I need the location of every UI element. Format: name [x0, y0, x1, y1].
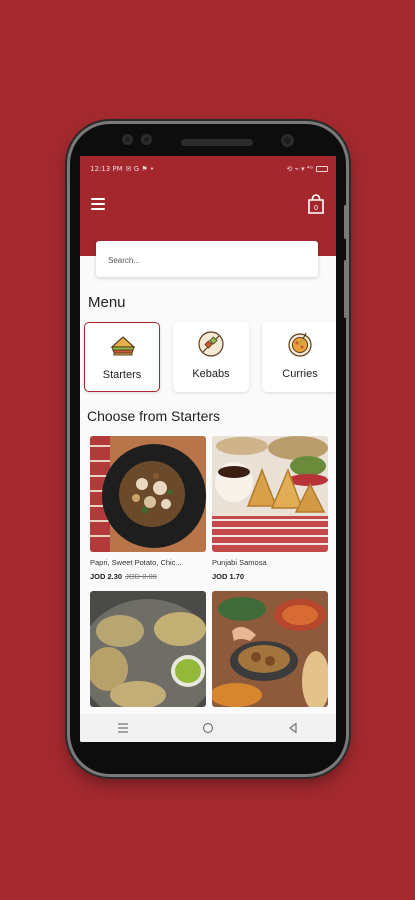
- product-image: [212, 436, 328, 552]
- status-time: 12:13 PM: [90, 165, 123, 173]
- battery-icon: [316, 166, 328, 172]
- earpiece-speaker: [181, 139, 253, 146]
- product-image: [90, 436, 206, 552]
- recents-icon[interactable]: [108, 718, 138, 738]
- product-name: Punjabi Samosa: [212, 558, 267, 567]
- app-screen: 12:13 PM ✉ G ⚑ • ⟲ ⌁ ▾ ⁴ᴳ 0 Menu: [80, 156, 336, 742]
- front-camera: [122, 134, 133, 145]
- phone-side-button: [344, 205, 347, 239]
- status-notification-icons: ✉ G ⚑ •: [125, 165, 155, 173]
- product-price-current: JOD 1.70: [212, 572, 245, 581]
- category-kebabs[interactable]: Kebabs: [173, 322, 249, 392]
- proximity-sensor: [281, 134, 294, 147]
- system-nav-bar: [80, 714, 336, 742]
- product-price: JOD 2.30 JOD 0.00: [90, 572, 206, 581]
- category-list: Starters Kebabs Curries: [84, 322, 336, 394]
- product-image: [212, 591, 328, 707]
- product-card[interactable]: Papri, Sweet Potato, Chic... JOD 2.30 JOD…: [90, 436, 206, 581]
- kebab-skewer-icon: [198, 331, 224, 357]
- search-input[interactable]: [106, 241, 312, 279]
- front-sensor: [141, 134, 152, 145]
- curry-bowl-icon: [288, 332, 312, 357]
- cart-count: 0: [314, 205, 318, 212]
- phone-side-button: [344, 260, 347, 318]
- category-label: Starters: [102, 369, 142, 381]
- status-bar: 12:13 PM ✉ G ⚑ • ⟲ ⌁ ▾ ⁴ᴳ: [90, 163, 328, 175]
- sandwich-icon: [110, 336, 136, 356]
- product-card[interactable]: [90, 591, 206, 707]
- section-heading: Choose from Starters: [87, 408, 221, 424]
- category-label: Kebabs: [192, 368, 230, 380]
- search-box[interactable]: [96, 241, 318, 279]
- category-label: Curries: [282, 368, 318, 380]
- back-icon[interactable]: [278, 718, 308, 738]
- product-price-current: JOD 2.30: [90, 572, 123, 581]
- product-price-old: JOD 0.00: [125, 572, 157, 581]
- menu-heading: Menu: [88, 294, 126, 311]
- category-curries[interactable]: Curries: [262, 322, 336, 392]
- product-image: [90, 591, 206, 707]
- product-card[interactable]: [212, 591, 328, 707]
- product-price: JOD 1.70: [212, 572, 328, 581]
- shopping-bag-icon[interactable]: 0: [307, 194, 325, 214]
- category-starters[interactable]: Starters: [84, 322, 160, 392]
- home-icon[interactable]: [193, 718, 223, 738]
- status-system-icons: ⟲ ⌁ ▾ ⁴ᴳ: [286, 165, 314, 173]
- hamburger-menu-icon[interactable]: [91, 198, 105, 210]
- product-card[interactable]: Punjabi Samosa JOD 1.70: [212, 436, 328, 581]
- product-name: Papri, Sweet Potato, Chic...: [90, 558, 182, 567]
